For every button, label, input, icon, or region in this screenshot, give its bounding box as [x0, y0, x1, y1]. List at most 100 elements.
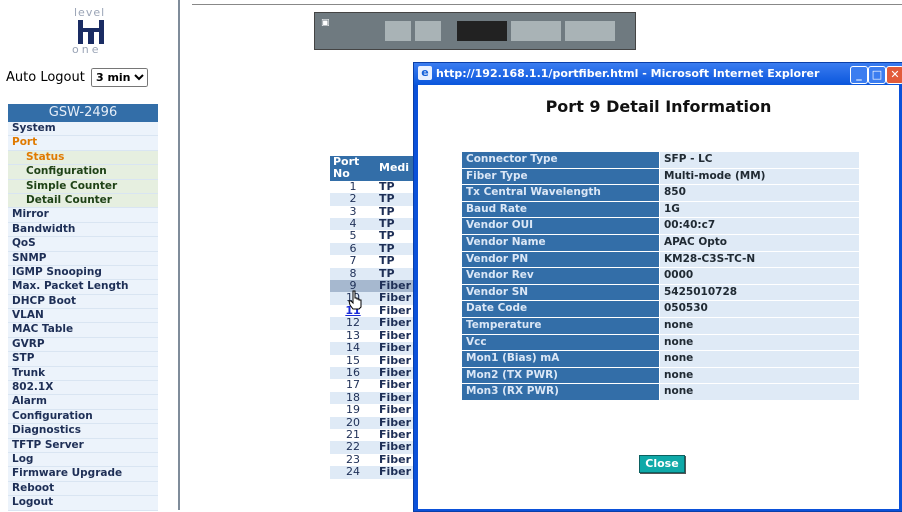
menu-item-log[interactable]: Log — [8, 452, 158, 468]
port-media: TP — [379, 229, 395, 243]
port-media: TP — [379, 254, 395, 268]
auto-logout-select[interactable]: 3 min — [90, 68, 148, 87]
ie-icon: e — [418, 66, 432, 80]
port-row: 12 Fiber — [330, 316, 415, 330]
detail-heading: Port 9 Detail Information — [545, 97, 772, 116]
menu-item-mirror[interactable]: Mirror — [8, 208, 158, 223]
detail-value: none — [660, 384, 859, 400]
port-number: 2 — [330, 192, 376, 206]
port-number[interactable]: 14 — [330, 341, 376, 355]
menu-item-configuration[interactable]: Configuration — [8, 409, 158, 425]
detail-row: Temperature none — [462, 317, 859, 334]
port-media: Fiber — [376, 316, 415, 330]
menu-item-qos[interactable]: QoS — [8, 237, 158, 252]
minimize-button[interactable]: _ — [850, 66, 868, 84]
menu-item-802-1x[interactable]: 802.1X — [8, 381, 158, 396]
port-row: 19 Fiber — [330, 403, 414, 417]
detail-key: Vendor OUI — [462, 218, 659, 234]
maximize-button[interactable]: □ — [868, 66, 886, 84]
side-menu: System Port Status Configuration Simple Coun… — [8, 122, 158, 511]
auto-logout-control: Auto Logout 3 min — [6, 68, 148, 87]
popup-title-bar[interactable]: e http://192.168.1.1/portfiber.html - Mi… — [414, 63, 902, 85]
menu-item-stp[interactable]: STP — [8, 352, 158, 367]
menu-item-dhcp-boot[interactable]: DHCP Boot — [8, 294, 158, 310]
logo-text-top: level — [74, 6, 106, 19]
auto-logout-label: Auto Logout — [6, 70, 85, 85]
detail-key: Vcc — [462, 334, 659, 351]
detail-value: 050530 — [660, 301, 859, 317]
logo-mark-icon — [78, 20, 104, 44]
detail-value: SFP - LC — [660, 152, 859, 168]
detail-row: Vendor Rev 0000 — [462, 268, 859, 284]
menu-item-alarm[interactable]: Alarm — [8, 395, 158, 410]
logo-text-bottom: one — [72, 43, 102, 56]
menu-item-detail-counter[interactable]: Detail Counter — [8, 193, 158, 209]
menu-item-max-packet-length[interactable]: Max. Packet Length — [8, 280, 158, 295]
detail-value: APAC Opto — [660, 234, 859, 251]
menu-item-system[interactable]: System — [8, 122, 158, 137]
menu-item-reboot[interactable]: Reboot — [8, 481, 158, 497]
port-media: Fiber — [376, 292, 415, 305]
detail-value: KM28-C3S-TC-N — [660, 251, 859, 268]
menu-item-gvrp[interactable]: GVRP — [8, 337, 158, 353]
port-row: 2 TP — [330, 192, 415, 206]
menu-item-trunk[interactable]: Trunk — [8, 366, 158, 382]
col-port-no: Port No — [330, 155, 376, 181]
port-number: 5 — [349, 229, 357, 243]
left-nav-frame: level one Auto Logout 3 min GSW-2496 Sys… — [0, 0, 178, 511]
detail-key: Vendor PN — [462, 251, 659, 268]
detail-key: Fiber Type — [462, 168, 659, 185]
port-row: 24 Fiber — [330, 465, 415, 479]
port-media: Fiber — [379, 403, 412, 417]
menu-item-configuration[interactable]: Configuration — [8, 165, 158, 180]
menu-item-igmp-snooping[interactable]: IGMP Snooping — [8, 265, 158, 281]
detail-row: Mon2 (TX PWR) none — [462, 367, 859, 384]
port-row: 22 Fiber — [330, 440, 415, 454]
detail-row: Vendor OUI 00:40:c7 — [462, 218, 859, 234]
menu-item-diagnostics[interactable]: Diagnostics — [8, 424, 158, 439]
detail-key: Date Code — [462, 301, 659, 317]
detail-row: Vendor SN 5425010728 — [462, 284, 859, 301]
top-divider — [192, 4, 902, 5]
detail-row: Date Code 050530 — [462, 301, 859, 317]
detail-row: Mon1 (Bias) mA none — [462, 351, 859, 367]
popup-title-text: http://192.168.1.1/portfiber.html - Micr… — [436, 67, 820, 80]
port-number[interactable]: 24 — [330, 465, 376, 479]
detail-value: 850 — [660, 185, 859, 201]
menu-item-tftp-server[interactable]: TFTP Server — [8, 438, 158, 453]
menu-item-bandwidth[interactable]: Bandwidth — [8, 222, 158, 238]
detail-key: Vendor Rev — [462, 268, 659, 284]
close-window-button[interactable]: ✕ — [886, 66, 902, 84]
menu-item-simple-counter[interactable]: Simple Counter — [8, 179, 158, 194]
menu-item-port[interactable]: Port — [8, 136, 158, 151]
menu-item-vlan[interactable]: VLAN — [8, 309, 158, 324]
detail-key: Baud Rate — [462, 201, 659, 218]
popup-content: Port 9 Detail Information Connector Type… — [418, 85, 899, 509]
menu-item-status[interactable]: Status — [8, 150, 158, 166]
menu-item-mac-table[interactable]: MAC Table — [8, 323, 158, 338]
menu-item-firmware-upgrade[interactable]: Firmware Upgrade — [8, 467, 158, 482]
detail-key: Mon1 (Bias) mA — [462, 351, 659, 367]
detail-value: 1G — [660, 201, 859, 218]
close-button[interactable]: Close — [639, 455, 685, 473]
port-media: Fiber — [376, 465, 415, 479]
detail-value: 5425010728 — [660, 284, 859, 301]
menu-item-snmp[interactable]: SNMP — [8, 251, 158, 266]
port-row: 14 Fiber — [330, 341, 415, 355]
port-number: 7 — [349, 254, 357, 268]
port-number[interactable]: 19 — [330, 403, 376, 416]
detail-row: Tx Central Wavelength 850 — [462, 185, 859, 201]
port-row: 3 TP — [330, 205, 414, 218]
port-row: 6 TP — [330, 242, 415, 256]
port-media: Fiber — [379, 378, 412, 392]
detail-row: Vendor Name APAC Opto — [462, 234, 859, 251]
switch-brand-icon: ▣ — [321, 18, 330, 28]
port-number[interactable]: 22 — [330, 440, 376, 454]
port-number[interactable]: 12 — [330, 316, 376, 330]
detail-row: Mon3 (RX PWR) none — [462, 384, 859, 400]
port-number[interactable]: 17 — [330, 378, 376, 391]
menu-item-logout[interactable]: Logout — [8, 496, 158, 511]
frame-divider[interactable] — [178, 0, 180, 510]
switch-front-panel-image: ▣ — [314, 12, 636, 50]
detail-row: Vendor PN KM28-C3S-TC-N — [462, 251, 859, 268]
